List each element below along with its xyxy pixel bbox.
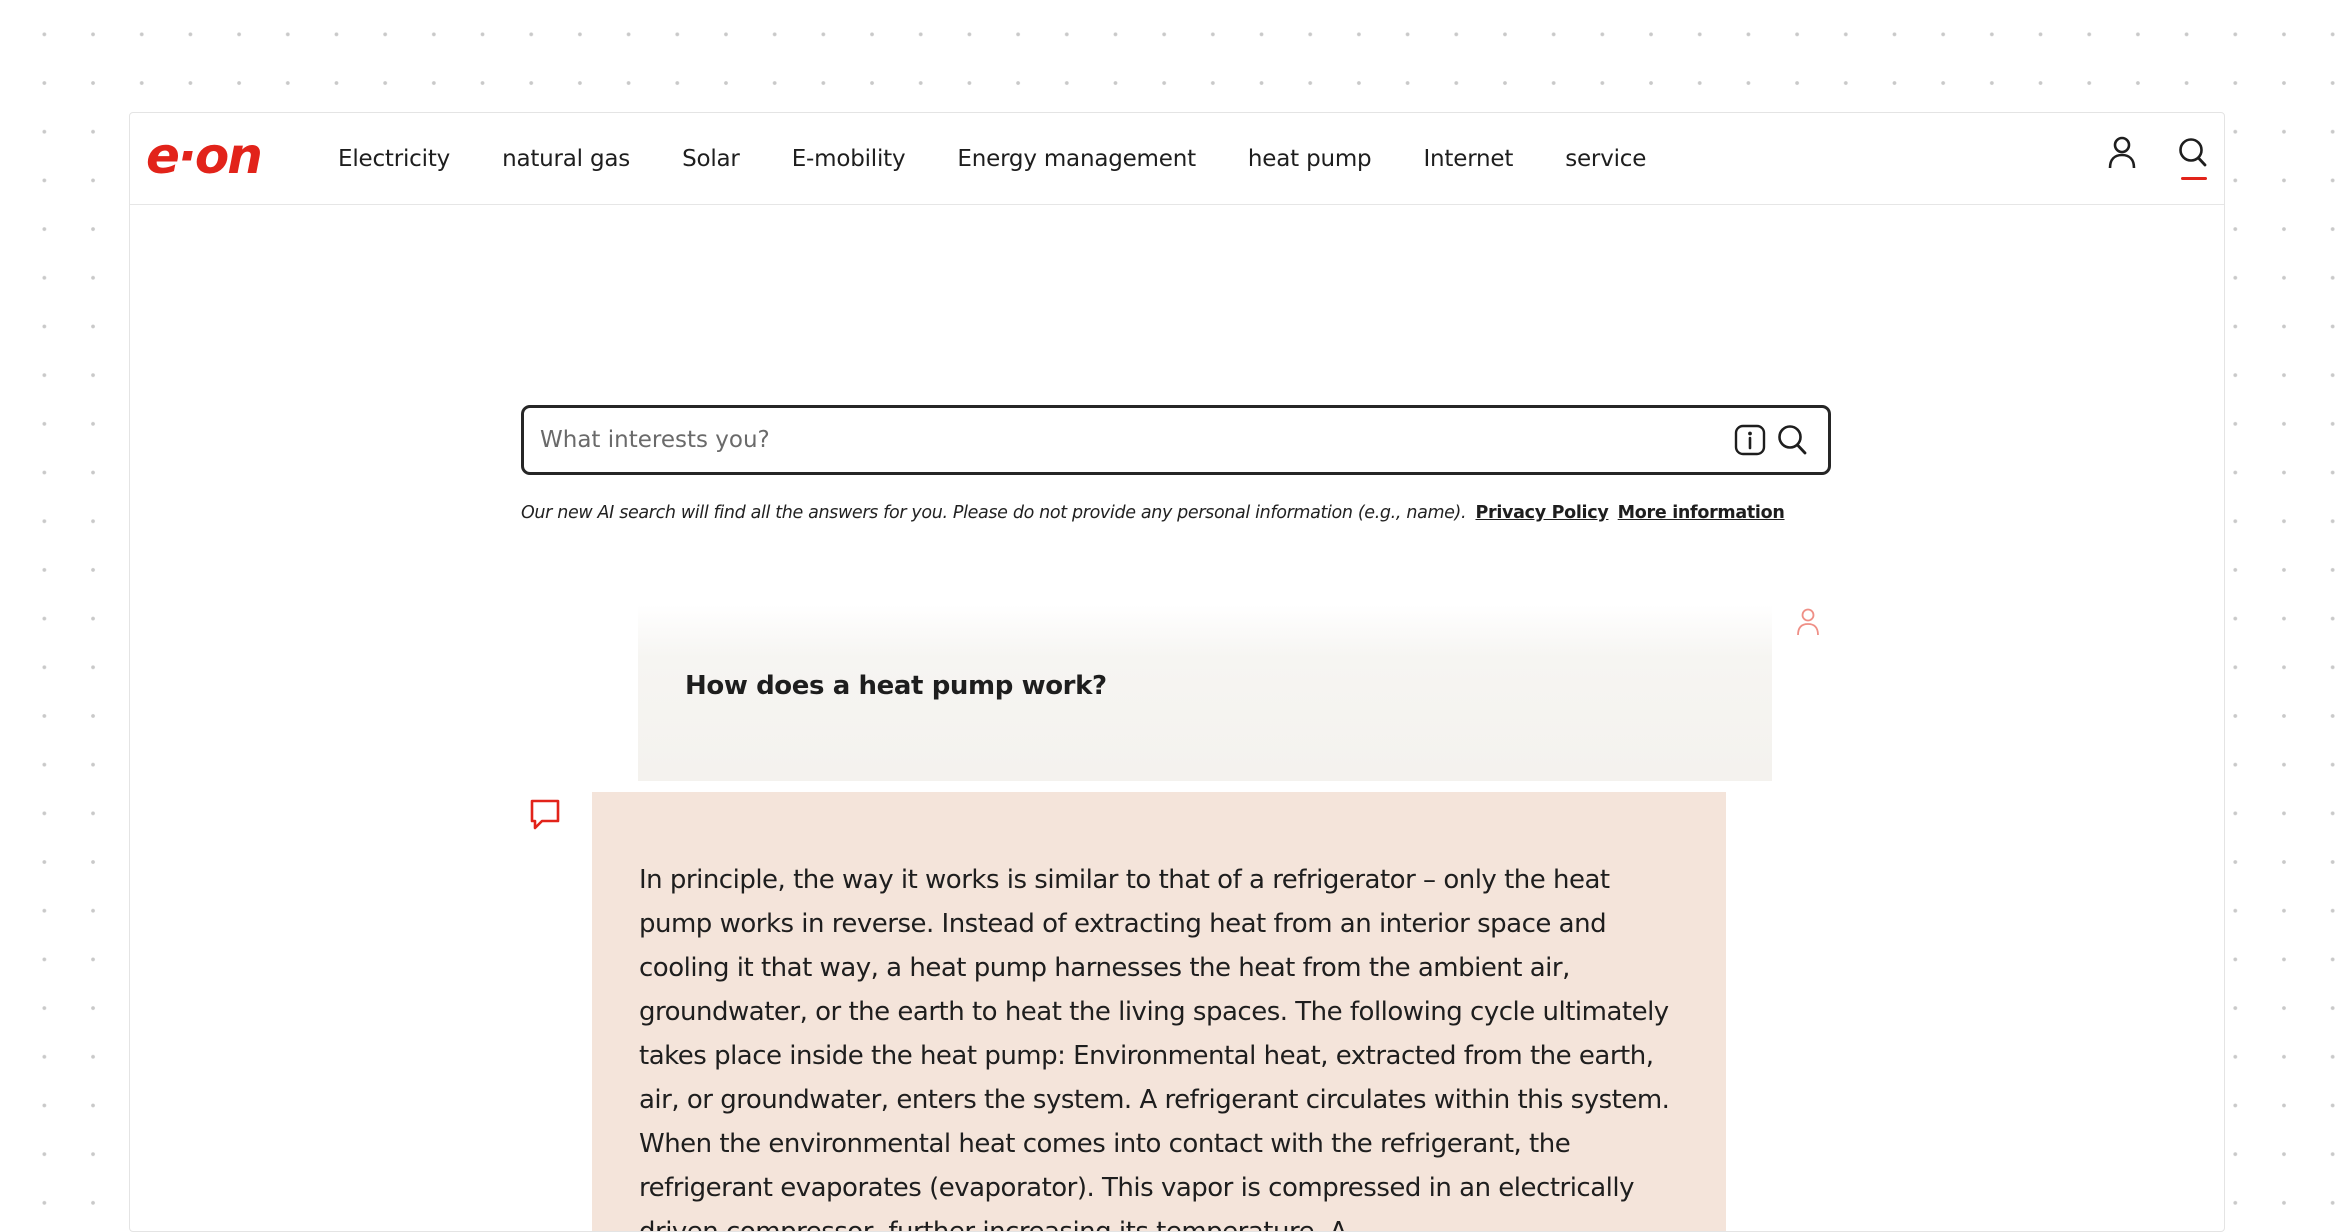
search-input[interactable] — [540, 408, 1700, 472]
info-icon — [1734, 424, 1766, 456]
main-nav: Electricity natural gas Solar E-mobility… — [338, 113, 1646, 205]
user-question: How does a heat pump work? — [685, 671, 1107, 701]
eon-logo[interactable]: e·on — [146, 129, 288, 187]
user-icon — [2108, 136, 2136, 169]
privacy-policy-link[interactable]: Privacy Policy — [1475, 503, 1608, 523]
logo-letter-e: e·on — [146, 129, 261, 185]
account-button[interactable] — [2102, 135, 2142, 179]
nav-item-heat-pump[interactable]: heat pump — [1248, 146, 1372, 172]
nav-item-internet[interactable]: Internet — [1423, 146, 1513, 172]
more-information-link[interactable]: More information — [1618, 503, 1785, 523]
header-search-button[interactable] — [2173, 135, 2213, 180]
bot-message: In principle, the way it works is simila… — [592, 792, 1726, 1232]
chat-bubble-icon — [530, 799, 560, 830]
nav-item-energy-management[interactable]: Energy management — [957, 146, 1196, 172]
site-header: e·on Electricity natural gas Solar E-mob… — [130, 113, 2224, 205]
bot-answer: In principle, the way it works is simila… — [639, 865, 1670, 1232]
search-icon — [1778, 425, 1807, 455]
nav-item-service[interactable]: service — [1565, 146, 1646, 172]
active-underline — [2181, 177, 2207, 180]
ai-search-box — [521, 405, 1831, 475]
search-icon — [2179, 138, 2207, 167]
nav-item-electricity[interactable]: Electricity — [338, 146, 450, 172]
page-frame: e·on Electricity natural gas Solar E-mob… — [129, 112, 2225, 1232]
ai-disclaimer: Our new AI search will find all the answ… — [521, 503, 1785, 523]
nav-item-natural-gas[interactable]: natural gas — [502, 146, 630, 172]
user-icon — [1797, 608, 1819, 636]
disclaimer-text: Our new AI search will find all the answ… — [521, 503, 1467, 523]
info-button[interactable] — [1733, 423, 1767, 457]
search-submit-button[interactable] — [1775, 422, 1811, 458]
user-message: How does a heat pump work? — [638, 605, 1772, 781]
nav-item-e-mobility[interactable]: E-mobility — [792, 146, 906, 172]
nav-item-solar[interactable]: Solar — [682, 146, 740, 172]
